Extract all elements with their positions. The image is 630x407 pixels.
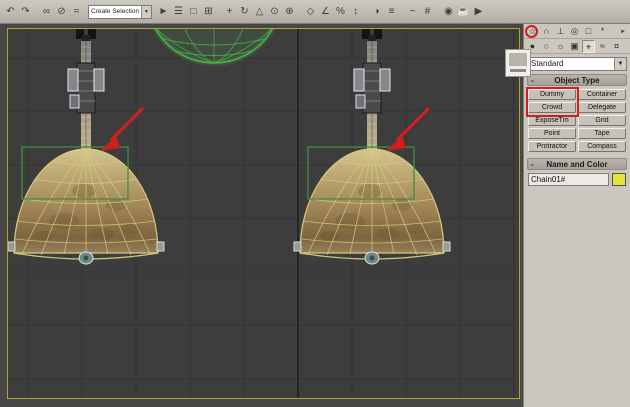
modify-tab[interactable]: ∩ bbox=[540, 25, 553, 38]
panel-tabs: ☆ ∩ ⊥ ◎ □ * ► bbox=[524, 24, 630, 39]
object-type-button-delegate[interactable]: Delegate bbox=[578, 102, 626, 113]
dropdown-arrow-icon[interactable]: ▼ bbox=[141, 5, 151, 18]
object-type-rollout-header[interactable]: - Object Type bbox=[527, 74, 627, 86]
select-and-scale-icon[interactable]: △ bbox=[252, 4, 267, 20]
command-panel: ☆ ∩ ⊥ ◎ □ * ► ● ○ ☼ ▣ ⌖ ≈ ¤ Standard ▼ -… bbox=[523, 24, 630, 407]
render-production-icon[interactable]: ▶ bbox=[471, 4, 486, 20]
tooltip-thumbnail bbox=[505, 49, 531, 77]
use-center-icon[interactable]: ⊙ bbox=[267, 4, 282, 20]
utilities-tab[interactable]: * bbox=[596, 25, 609, 38]
select-and-link-icon[interactable]: ∞ bbox=[39, 4, 54, 20]
main-toolbar: ↶ ↷ ∞ ⊘ ≈ Create Selection Set ▼ ► ☰ □ ⊞… bbox=[0, 0, 630, 24]
viewport-canvas bbox=[8, 29, 519, 398]
viewport-area bbox=[0, 24, 523, 407]
object-type-button-protractor[interactable]: Protractor bbox=[528, 141, 576, 152]
shapes-category-icon[interactable]: ○ bbox=[540, 40, 553, 53]
object-type-buttons: Dummy Container Crowd Delegate ExposeTm … bbox=[524, 86, 630, 155]
unlink-selection-icon[interactable]: ⊘ bbox=[54, 4, 69, 20]
object-type-rollout-title: Object Type bbox=[554, 76, 600, 85]
schematic-view-icon[interactable]: # bbox=[420, 4, 435, 20]
hierarchy-tab[interactable]: ⊥ bbox=[554, 25, 567, 38]
display-tab[interactable]: □ bbox=[582, 25, 595, 38]
lights-category-icon[interactable]: ☼ bbox=[554, 40, 567, 53]
undo-icon[interactable]: ↶ bbox=[3, 4, 18, 20]
align-icon[interactable]: ≡ bbox=[384, 4, 399, 20]
motion-tab[interactable]: ◎ bbox=[568, 25, 581, 38]
name-and-color-rollout-header[interactable]: - Name and Color bbox=[527, 158, 627, 170]
curve-editor-icon[interactable]: ~ bbox=[405, 4, 420, 20]
mirror-icon[interactable]: ◑ bbox=[369, 4, 384, 20]
name-and-color-rollout-title: Name and Color bbox=[546, 160, 608, 169]
helper-type-dropdown-value: Standard bbox=[531, 59, 564, 68]
tooltip-thumbnail-image bbox=[509, 53, 527, 66]
annotation-arrow-right bbox=[386, 107, 430, 151]
collapse-icon: - bbox=[531, 76, 534, 85]
panel-config-icon[interactable]: ► bbox=[618, 29, 628, 35]
object-type-button-grid[interactable]: Grid bbox=[578, 115, 626, 126]
render-setup-icon[interactable]: ☕ bbox=[456, 4, 471, 20]
collapse-icon: - bbox=[531, 160, 534, 169]
object-type-button-exposetm[interactable]: ExposeTm bbox=[528, 115, 576, 126]
object-type-button-crowd[interactable]: Crowd bbox=[528, 102, 576, 113]
window-crossing-icon[interactable]: ⊞ bbox=[201, 4, 216, 20]
tooltip-thumbnail-caption bbox=[510, 69, 526, 72]
rectangular-selection-icon[interactable]: □ bbox=[186, 4, 201, 20]
panel-categories: ● ○ ☼ ▣ ⌖ ≈ ¤ bbox=[524, 39, 630, 54]
bind-to-space-warp-icon[interactable]: ≈ bbox=[69, 4, 84, 20]
select-by-name-icon[interactable]: ☰ bbox=[171, 4, 186, 20]
named-selection-set-dropdown[interactable]: Create Selection Set ▼ bbox=[88, 4, 152, 19]
select-and-manipulate-icon[interactable]: ⊕ bbox=[282, 4, 297, 20]
angle-snap-icon[interactable]: ∠ bbox=[318, 4, 333, 20]
redo-icon[interactable]: ↷ bbox=[18, 4, 33, 20]
material-editor-icon[interactable]: ◉ bbox=[441, 4, 456, 20]
helpers-category-icon[interactable]: ⌖ bbox=[582, 39, 595, 53]
lamp-object-right[interactable] bbox=[293, 29, 451, 265]
object-name-field[interactable] bbox=[528, 173, 609, 186]
percent-snap-icon[interactable]: % bbox=[333, 4, 348, 20]
space-warps-category-icon[interactable]: ≈ bbox=[596, 40, 609, 53]
3ds-max-window: ↶ ↷ ∞ ⊘ ≈ Create Selection Set ▼ ► ☰ □ ⊞… bbox=[0, 0, 630, 407]
name-and-color-row bbox=[524, 170, 630, 189]
object-type-button-compass[interactable]: Compass bbox=[578, 141, 626, 152]
perspective-viewport[interactable] bbox=[7, 28, 520, 399]
snaps-toggle-icon[interactable]: ◇ bbox=[303, 4, 318, 20]
object-type-button-dummy[interactable]: Dummy bbox=[528, 89, 576, 100]
select-and-rotate-icon[interactable]: ↻ bbox=[237, 4, 252, 20]
lamp-object-left[interactable] bbox=[8, 29, 165, 265]
object-type-button-tape[interactable]: Tape bbox=[578, 128, 626, 139]
dropdown-arrow-icon: ▼ bbox=[614, 58, 626, 70]
annotation-circle bbox=[525, 25, 538, 38]
systems-category-icon[interactable]: ¤ bbox=[610, 40, 623, 53]
object-type-button-container[interactable]: Container bbox=[578, 89, 626, 100]
helper-type-dropdown[interactable]: Standard ▼ bbox=[527, 57, 627, 71]
spinner-snap-icon[interactable]: ↕ bbox=[348, 4, 363, 20]
cameras-category-icon[interactable]: ▣ bbox=[568, 40, 581, 53]
select-object-icon[interactable]: ► bbox=[156, 4, 171, 20]
object-color-swatch[interactable] bbox=[612, 173, 626, 186]
object-type-button-point[interactable]: Point bbox=[528, 128, 576, 139]
select-and-move-icon[interactable]: + bbox=[222, 4, 237, 20]
